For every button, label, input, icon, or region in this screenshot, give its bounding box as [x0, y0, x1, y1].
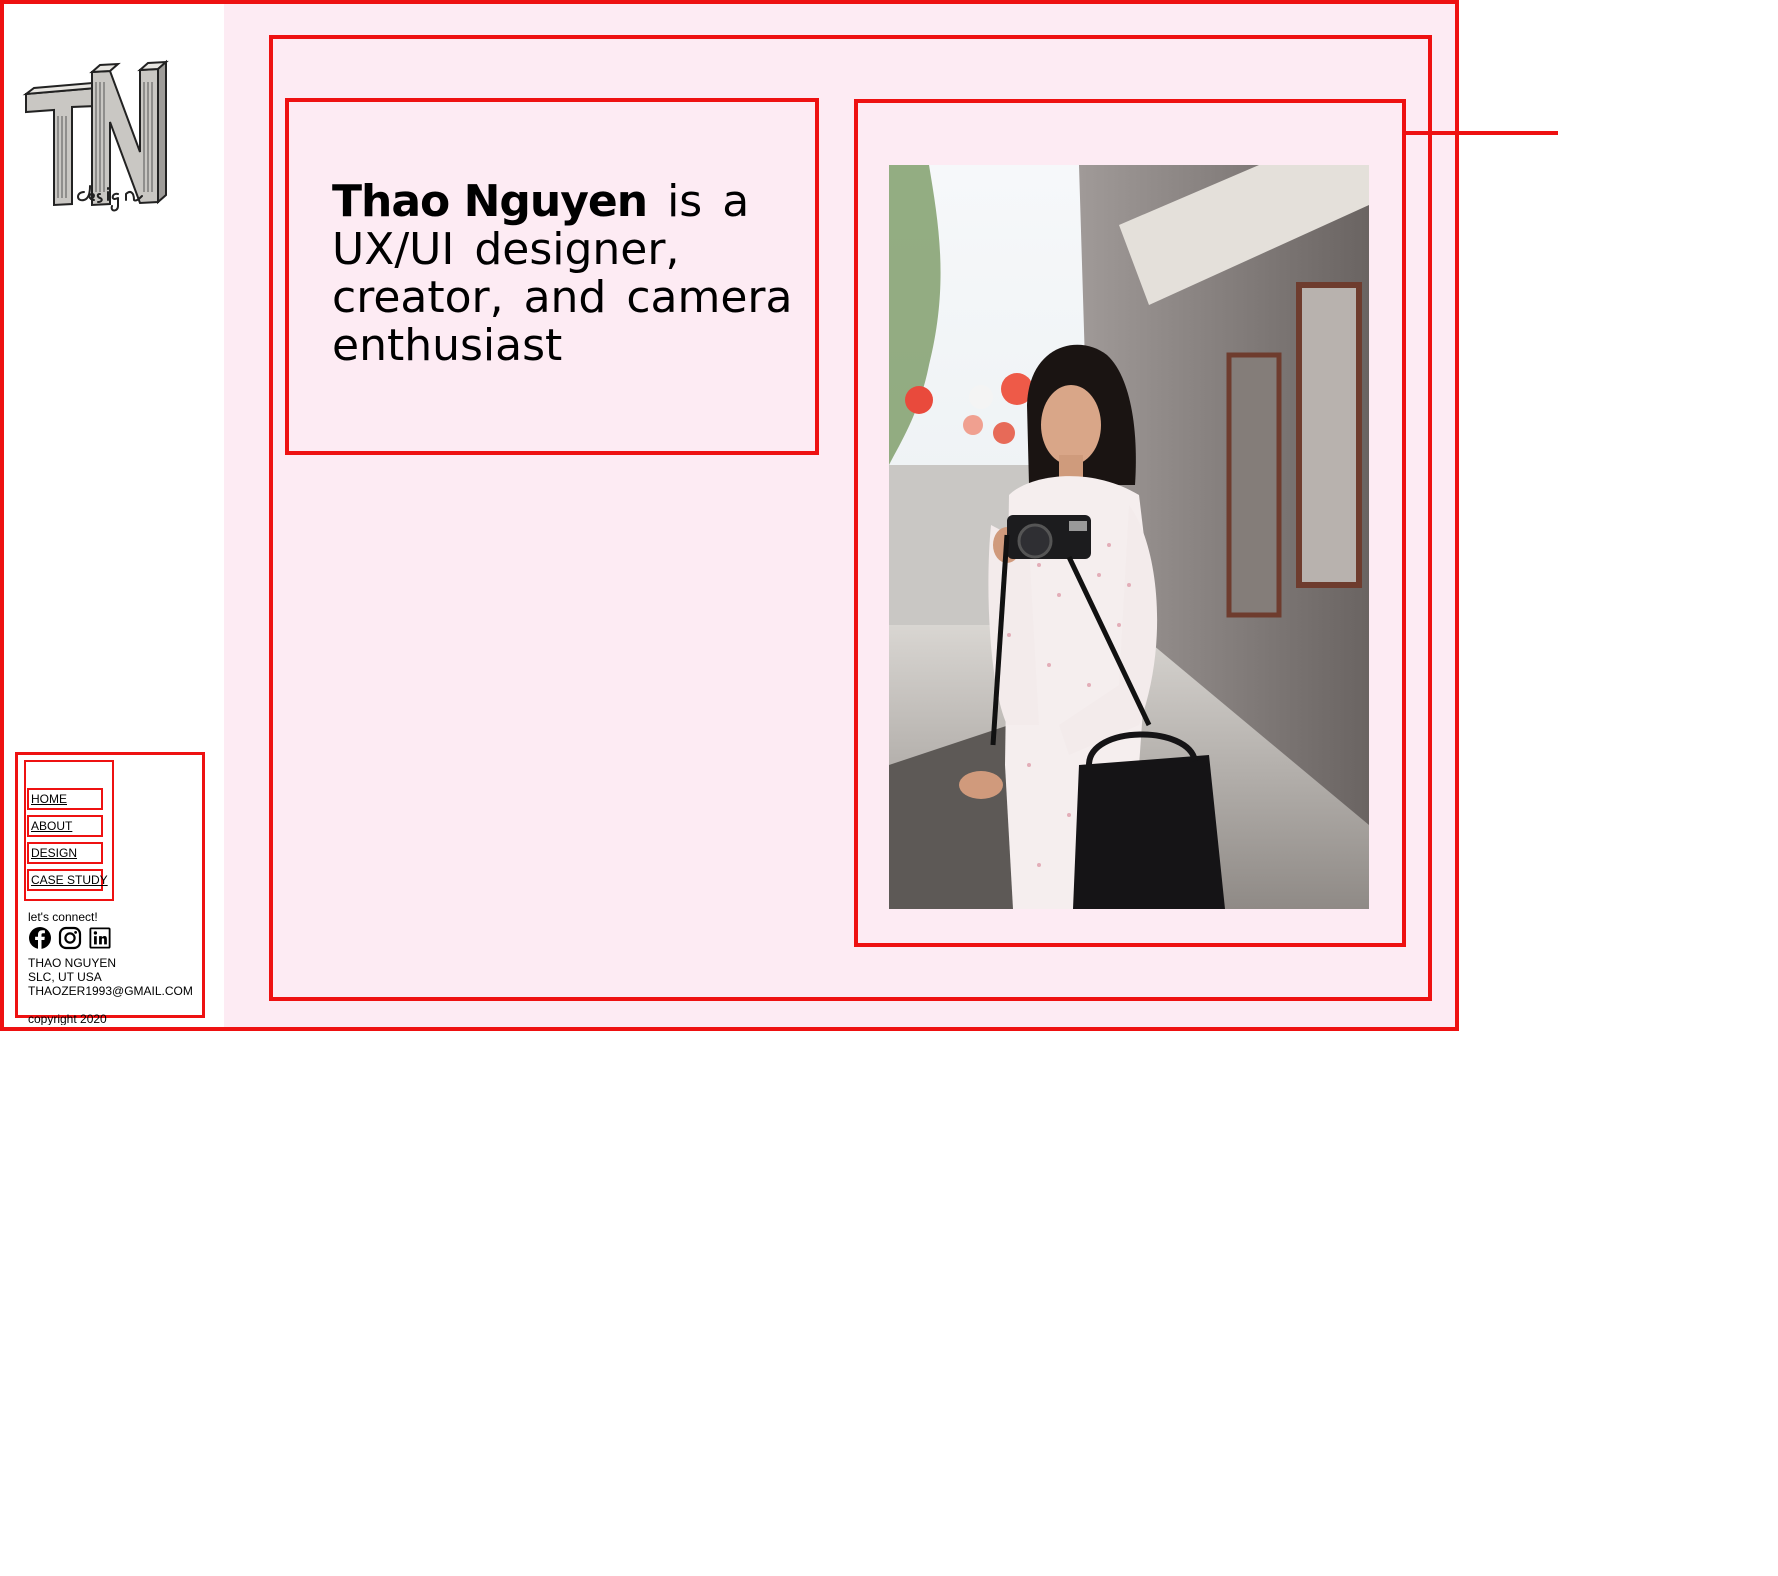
- nav-design[interactable]: DESIGN: [27, 842, 103, 864]
- copyright-text: copyright 2020: [28, 1012, 107, 1025]
- contact-name: THAO NGUYEN: [28, 956, 117, 970]
- connector-line: [1402, 131, 1558, 135]
- nav-case-study[interactable]: CASE STUDY: [27, 869, 108, 891]
- nav-about[interactable]: ABOUT: [27, 815, 103, 837]
- hero-name: Thao Nguyen: [332, 176, 648, 227]
- portrait-photo: [889, 165, 1369, 909]
- hero-headline: Thao Nguyen is a UX/UI designer, creator…: [332, 178, 802, 370]
- contact-location: SLC, UT USA: [28, 970, 102, 984]
- tn-design-logo[interactable]: [22, 52, 172, 212]
- facebook-icon[interactable]: [28, 926, 52, 950]
- contact-email[interactable]: THAOZER1993@GMAIL.COM: [28, 984, 193, 998]
- linkedin-icon[interactable]: [89, 927, 111, 949]
- nav-home[interactable]: HOME: [27, 788, 103, 810]
- instagram-icon[interactable]: [58, 926, 82, 950]
- connect-label: let's connect!: [28, 910, 98, 924]
